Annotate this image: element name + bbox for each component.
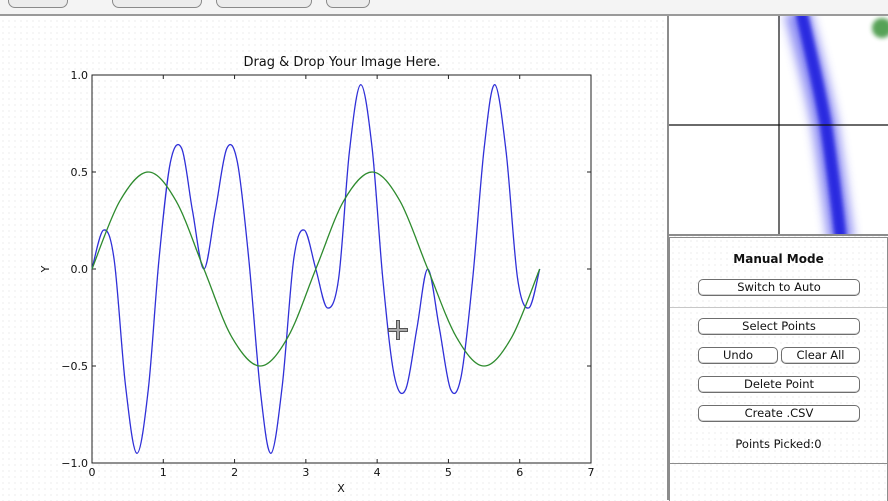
y-tick-label: 1.0: [71, 69, 89, 82]
series-line-2: [91, 171, 541, 367]
toolbar-button-2[interactable]: [112, 0, 202, 8]
undo-button[interactable]: Undo: [698, 347, 778, 364]
y-tick-label: −1.0: [61, 457, 88, 470]
x-tick-label: 0: [89, 466, 96, 479]
x-tick-label: 4: [374, 466, 381, 479]
switch-to-auto-button[interactable]: Switch to Auto: [698, 279, 860, 296]
y-tick-label: −0.5: [61, 360, 88, 373]
mode-title: Manual Mode: [733, 252, 824, 266]
panel-footer: [669, 463, 888, 501]
x-axis-label: X: [337, 482, 345, 495]
x-tick-label: 7: [588, 466, 595, 479]
clear-all-button[interactable]: Clear All: [781, 347, 860, 364]
toolbar-button-3[interactable]: [216, 0, 312, 8]
toolbar-button-4[interactable]: [326, 0, 370, 8]
control-panel: Manual Mode Switch to Auto Select Points…: [669, 237, 888, 464]
magnifier-preview: [669, 16, 888, 236]
x-tick-label: 2: [231, 466, 238, 479]
top-toolbar: [0, 0, 888, 16]
toolbar-button-1[interactable]: [8, 0, 68, 8]
move-crosshair-icon: [388, 320, 408, 340]
x-tick-label: 5: [445, 466, 452, 479]
y-tick-label: 0.5: [71, 166, 89, 179]
y-tick-label: 0.0: [71, 263, 89, 276]
x-tick-label: 3: [302, 466, 309, 479]
delete-point-button[interactable]: Delete Point: [698, 376, 860, 393]
x-tick-label: 1: [160, 466, 167, 479]
series-lines: [91, 84, 541, 454]
image-drop-area[interactable]: Drag & Drop Your Image Here. 0 1 2 3 4 5 6 7 1.0…: [0, 16, 667, 500]
x-tick-label: 6: [516, 466, 523, 479]
y-axis-label: Y: [39, 265, 52, 273]
points-picked-count: Points Picked:0: [735, 437, 822, 451]
axis-ticks: 0 1 2 3 4 5 6 7 1.0 0.5 0.0 −0.5 −1.0: [61, 69, 594, 479]
chart-title: Drag & Drop Your Image Here.: [243, 55, 440, 70]
select-points-button[interactable]: Select Points: [698, 318, 860, 335]
create-csv-button[interactable]: Create .CSV: [698, 405, 860, 422]
panel-separator: [670, 307, 887, 308]
chart-canvas[interactable]: Drag & Drop Your Image Here. 0 1 2 3 4 5 6 7 1.0…: [0, 16, 667, 500]
